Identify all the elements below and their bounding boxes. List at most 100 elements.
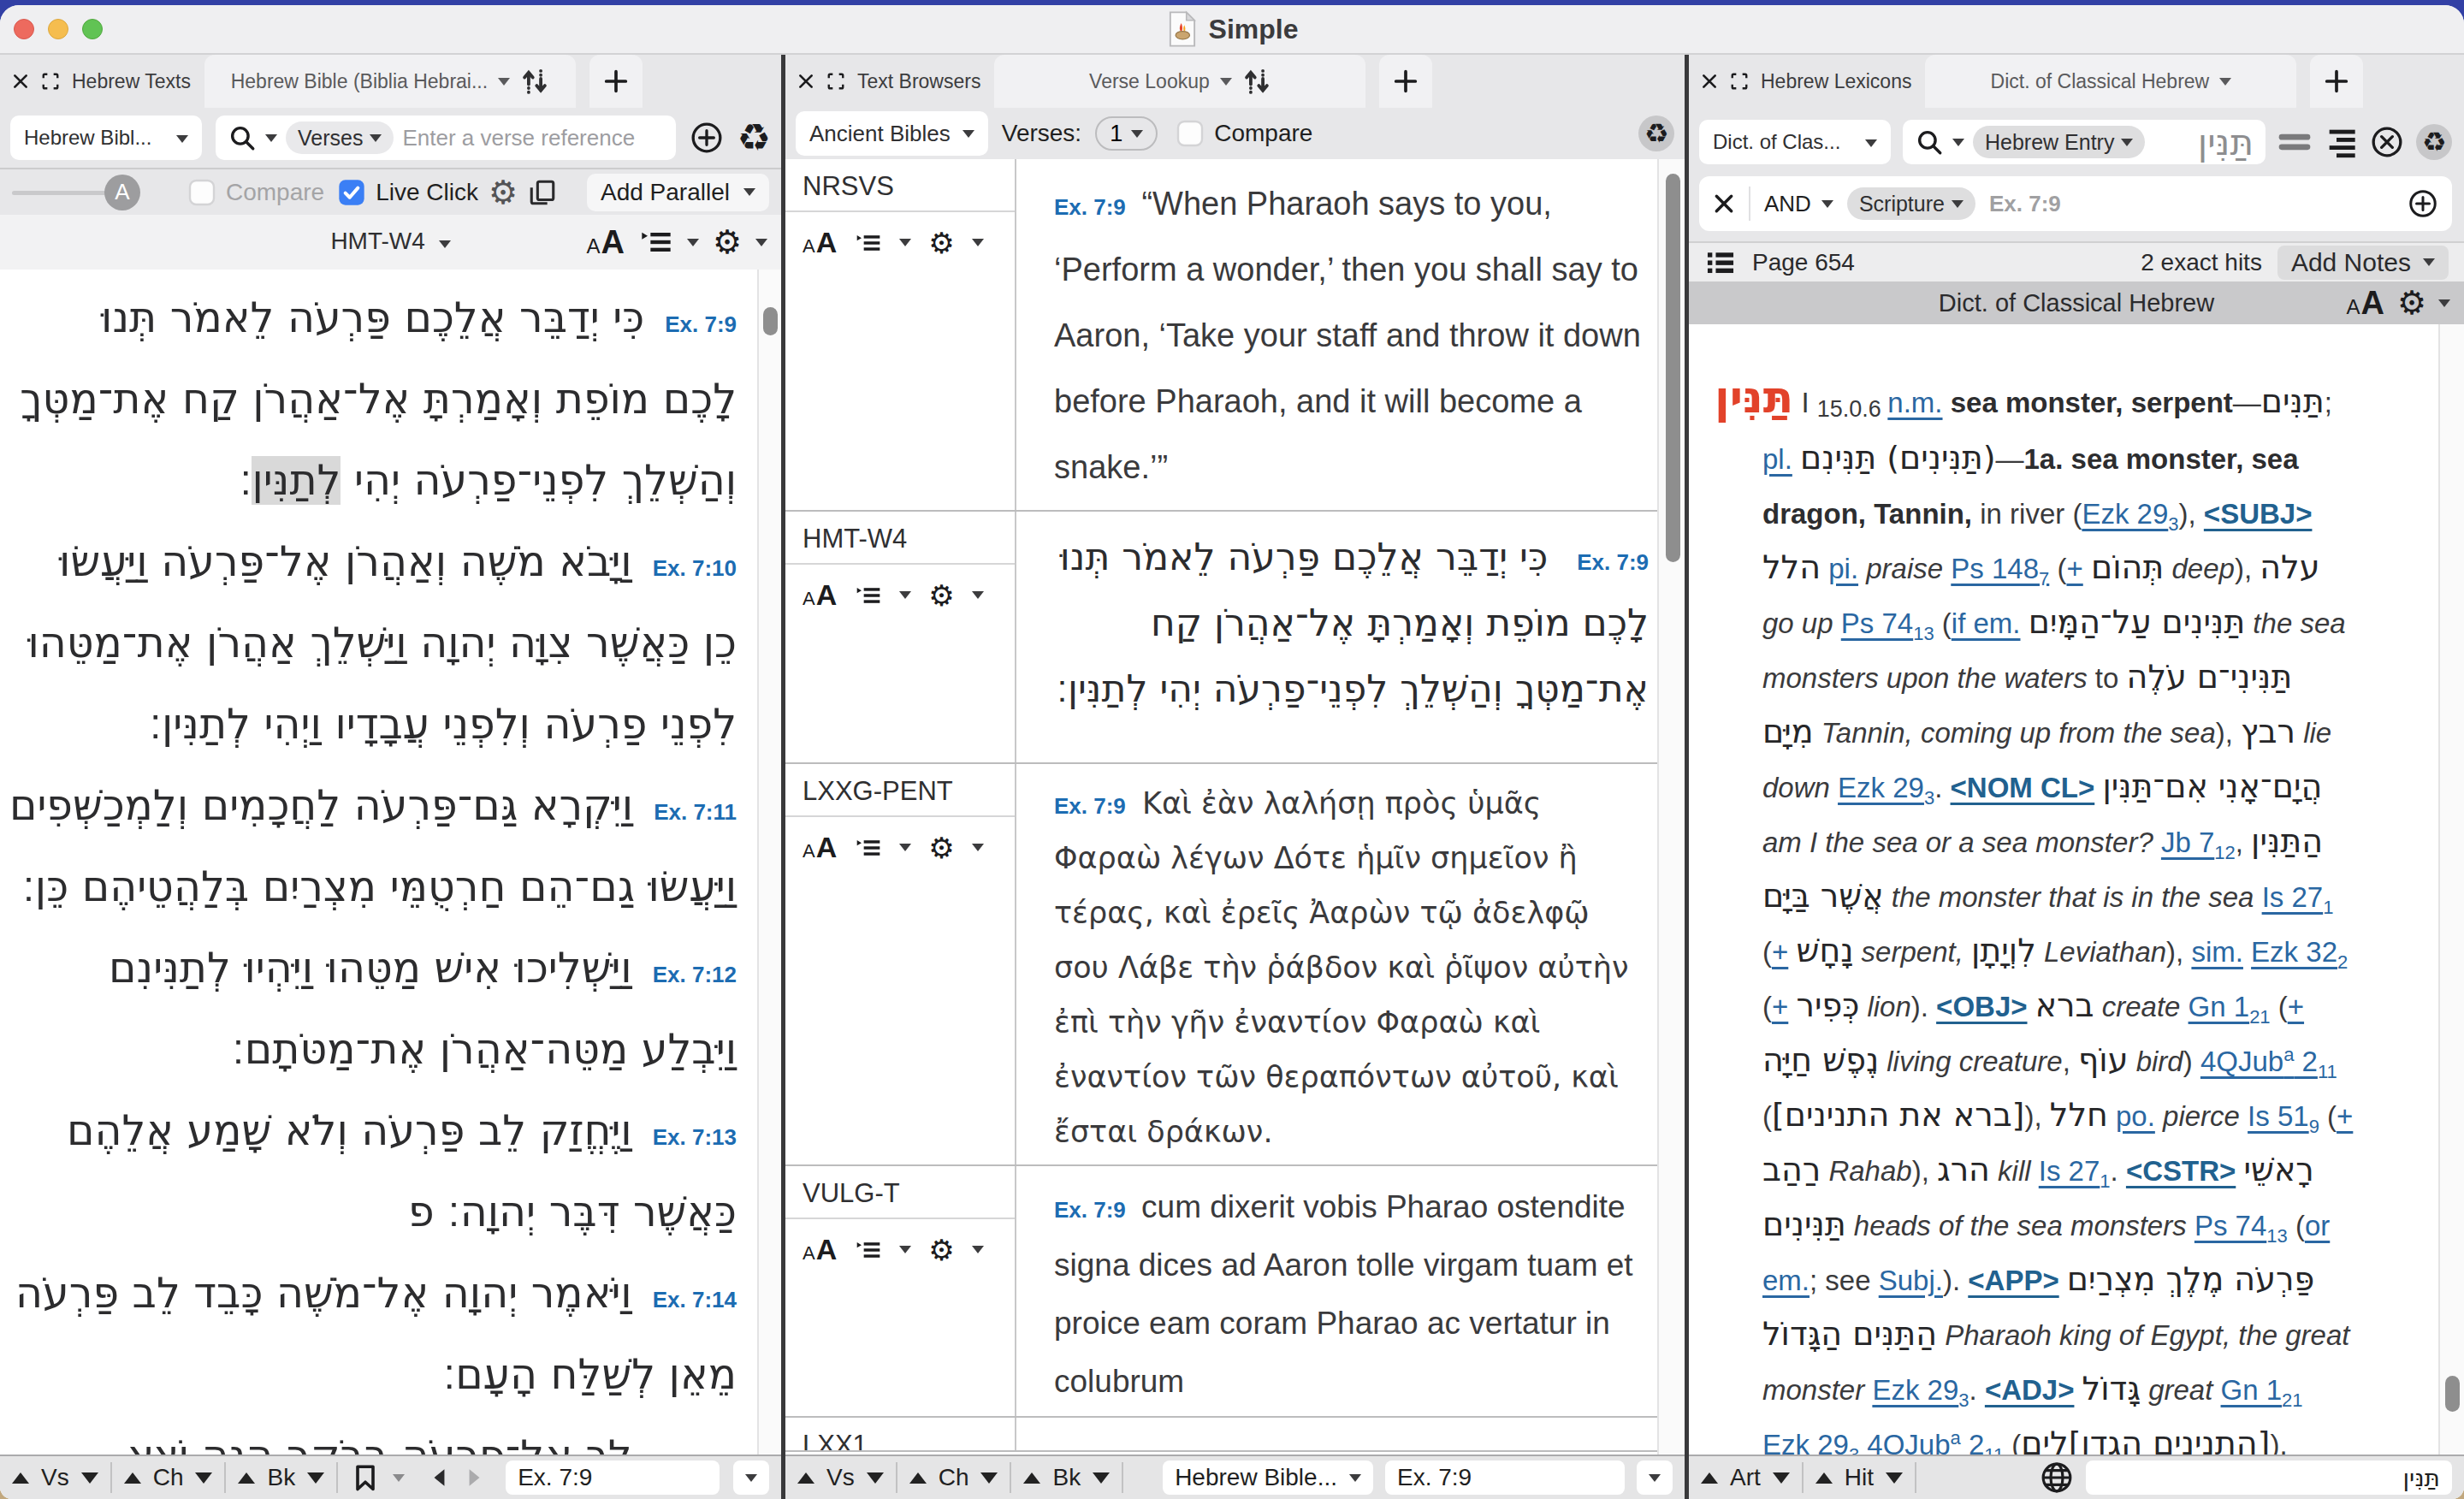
live-click-checkbox[interactable]: Live Click [338,179,478,206]
chevron-down-icon[interactable] [745,1474,757,1482]
verse-ref[interactable]: Ex. 7:9 [1054,1197,1126,1223]
verse-ref[interactable]: Ex. 7:9 [1054,793,1126,819]
lex-segment[interactable]: <OBJ> [1936,991,2027,1022]
add-circle-icon[interactable] [2408,188,2438,219]
close-icon[interactable] [797,73,814,90]
lex-segment[interactable]: + [2066,553,2082,584]
up-triangle-icon[interactable] [12,1472,29,1484]
module-dropdown[interactable]: Hebrew Bible... [1163,1460,1373,1495]
verse-ref[interactable]: Ex. 7:15 [653,1449,737,1455]
amplify-button[interactable]: ♻ [1638,116,1674,151]
lex-segment[interactable]: Ps 7413 [2194,1210,2288,1241]
gear-icon[interactable]: ⚙ [2397,287,2426,319]
lex-segment[interactable]: po. [2116,1100,2155,1132]
next-arrow-icon[interactable] [463,1466,485,1489]
slider-knob[interactable]: A [104,175,140,210]
chevron-down-icon[interactable] [972,239,984,246]
lex-segment[interactable]: Jb 712 [2161,827,2236,858]
verse-ref[interactable]: Ex. 7:11 [654,799,737,825]
add-circle-icon[interactable] [690,121,724,155]
row-text[interactable]: Ex. 7:9 “When Pharaoh says to you,‘Perfo… [1016,159,1657,510]
expand-icon[interactable] [1730,72,1749,91]
lex-segment[interactable]: if em. [1952,607,2021,639]
lex-segment[interactable]: pi. [1828,553,1858,584]
lex-segment[interactable]: or [2305,1210,2330,1241]
verse-ref[interactable]: Ex. 7:10 [653,555,737,581]
up-triangle-icon[interactable] [1815,1472,1833,1484]
lexicon-content[interactable]: תַּנִּין I 15.0.6 n.m. sea monster, serp… [1689,324,2464,1455]
text-format-icon[interactable] [855,229,882,257]
chevron-down-icon[interactable] [899,1246,911,1253]
gear-icon[interactable]: ⚙ [928,833,954,862]
plus-icon[interactable] [2322,67,2351,96]
lex-segment[interactable]: <ADJ> [1985,1374,2075,1406]
hebrew-text-content[interactable]: Ex. 7:9כִּי יְדַבֵּר אֲלֵכֶם פַּרְעֹה לֵ… [0,270,781,1455]
add-parallel-button[interactable]: Add Parallel [587,174,769,211]
compare-checkbox[interactable]: Compare [1176,120,1312,147]
duplicate-icon[interactable] [528,178,557,207]
verse-ref[interactable]: Ex. 7:13 [653,1124,737,1150]
search-icon[interactable] [1915,127,1944,157]
down-triangle-icon[interactable] [81,1472,98,1484]
chevron-down-icon[interactable] [1649,1474,1661,1482]
checkbox-unchecked-icon[interactable] [1176,120,1204,147]
scrollbar-thumb[interactable] [1666,174,1680,562]
reference-field[interactable]: Ex. 7:9 [506,1460,720,1495]
lex-segment[interactable]: Ezk 293 [1838,772,1934,803]
plus-icon[interactable] [1391,67,1420,96]
lex-segment[interactable]: sim. [2191,936,2243,968]
down-triangle-icon[interactable] [1886,1472,1903,1484]
verses-count-select[interactable]: 1 [1095,116,1158,151]
browser-content[interactable]: NRSVS AA⚙ Ex. 7:9 “When Pharaoh says to … [785,159,1685,1455]
chevron-down-icon[interactable] [743,188,755,196]
lex-segment[interactable]: Ezk 293 [2082,498,2178,530]
lex-segment[interactable]: <SUBJ> [2204,498,2313,530]
gear-icon[interactable]: ⚙ [928,228,954,258]
lex-segment[interactable]: + [1772,991,1788,1022]
scrollbar[interactable] [2438,324,2464,1455]
entry-field[interactable]: תַּנִּין [2086,1460,2452,1495]
amplify-recycle-icon[interactable]: ♻ [2422,128,2447,156]
up-triangle-icon[interactable] [797,1472,814,1484]
scrollbar-thumb[interactable] [2445,1376,2460,1412]
up-triangle-icon[interactable] [238,1472,255,1484]
chevron-down-icon[interactable] [1952,200,1964,208]
new-tab-button[interactable] [1379,55,1432,108]
lex-segment[interactable]: 211 [2294,1046,2337,1077]
down-triangle-icon[interactable] [307,1472,324,1484]
row-module-name[interactable]: LXX1 [785,1418,1015,1452]
scrollbar-thumb[interactable] [763,307,778,335]
chevron-down-icon[interactable] [899,844,911,851]
up-triangle-icon[interactable] [909,1472,927,1484]
font-size-icon[interactable]: AA [586,224,625,261]
text-format-icon[interactable] [855,1236,882,1264]
chevron-down-icon[interactable] [1349,1474,1361,1482]
row-module-name[interactable]: LXXG-PENT [785,764,1015,817]
list-icon[interactable] [1704,246,1737,279]
right-align-icon[interactable] [2324,125,2358,159]
lex-segment[interactable]: Is 519 [2248,1100,2319,1132]
lex-segment[interactable]: n.m. [1887,387,1942,418]
row-text[interactable]: Ex. 7:9 Καὶ ἐὰν λαλήσῃ πρὸς ὑμᾶςΦαραὼ λέ… [1016,764,1657,1164]
lex-segment[interactable]: Ezk 293 [1762,1429,1859,1455]
checkbox-unchecked-icon[interactable] [188,179,216,206]
add-notes-button[interactable]: Add Notes [2277,246,2449,280]
font-size-icon[interactable]: AA [803,831,838,864]
font-size-icon[interactable]: AA [803,1233,838,1266]
prev-arrow-icon[interactable] [429,1466,451,1489]
chevron-down-icon[interactable] [393,1474,405,1482]
up-triangle-icon[interactable] [1701,1472,1718,1484]
verse-search-field[interactable]: Verses Enter a verse reference [216,116,676,160]
row-module-name[interactable]: VULG-T [785,1166,1015,1219]
globe-icon[interactable] [2040,1460,2074,1495]
text-format-icon[interactable] [855,582,882,609]
chevron-down-icon[interactable] [1220,78,1232,86]
gear-icon[interactable]: ⚙ [713,226,742,258]
row-text[interactable] [1016,1418,1657,1450]
up-triangle-icon[interactable] [1023,1472,1040,1484]
down-triangle-icon[interactable] [980,1472,998,1484]
chevron-down-icon[interactable] [962,130,974,138]
row-text[interactable]: Ex. 7:9 cum dixerit vobis Pharao ostendi… [1016,1166,1657,1416]
down-triangle-icon[interactable] [1773,1472,1790,1484]
text-format-icon[interactable] [639,225,673,259]
